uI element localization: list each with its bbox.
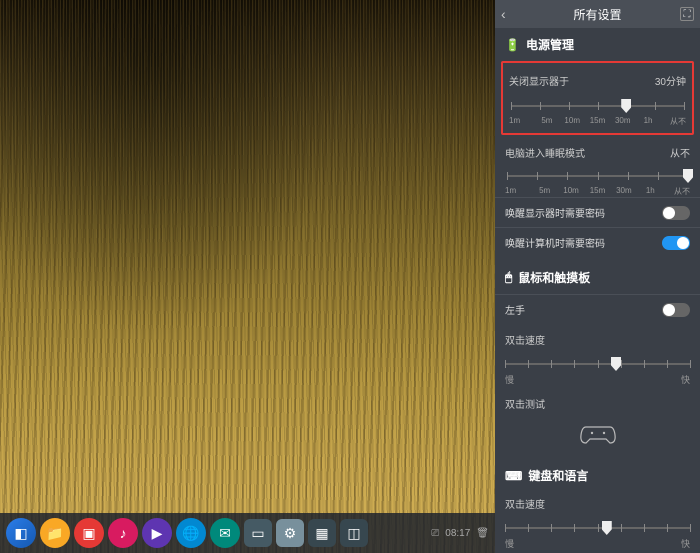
display-off-value: 30分钟 bbox=[655, 73, 686, 88]
expand-icon[interactable]: ⛶ bbox=[680, 7, 694, 21]
keyboard-icon: ⌨ bbox=[505, 469, 522, 483]
section-power: 🔋 电源管理 关闭显示器于 30分钟 1m 5m bbox=[495, 28, 700, 261]
display-off-slider[interactable]: 1m 5m 10m 15m 30m 1h 从不 bbox=[509, 92, 686, 129]
dock-store[interactable]: ▣ bbox=[74, 518, 104, 548]
dblclick-test-area[interactable] bbox=[495, 415, 700, 455]
display-off-ticks: 1m 5m 10m 15m 30m 1h 从不 bbox=[509, 116, 686, 127]
battery-icon: 🔋 bbox=[505, 38, 520, 52]
mouse-icon: 🖱 bbox=[505, 270, 512, 285]
sleep-ticks: 1m 5m 10m 15m 30m 1h 从不 bbox=[505, 186, 690, 197]
repeat-speed-thumb[interactable] bbox=[602, 521, 612, 535]
tray-time[interactable]: 08:17 bbox=[445, 528, 470, 539]
display-off-highlight: 关闭显示器于 30分钟 1m 5m 10m 15m 30m bbox=[501, 61, 694, 135]
wake-display-pwd-toggle[interactable] bbox=[662, 206, 690, 220]
sleep-label: 电脑进入睡眠模式 bbox=[505, 145, 585, 160]
dblclick-test-label: 双击测试 bbox=[505, 396, 545, 411]
section-keyboard: ⌨ 键盘和语言 双击速度 慢 快 bbox=[495, 459, 700, 553]
repeat-max: 快 bbox=[681, 537, 690, 550]
dock-browser[interactable]: 🌐 bbox=[176, 518, 206, 548]
wake-display-pwd-label: 唤醒显示器时需要密码 bbox=[505, 205, 605, 220]
dock-settings[interactable]: ⚙ bbox=[276, 519, 304, 547]
section-title-keyboard: ⌨ 键盘和语言 bbox=[495, 459, 700, 492]
wake-computer-pwd-label: 唤醒计算机时需要密码 bbox=[505, 235, 605, 250]
tray-icon[interactable]: ⎚ bbox=[431, 528, 439, 539]
dock-mail[interactable]: ✉ bbox=[210, 518, 240, 548]
sleep-value: 从不 bbox=[670, 145, 690, 160]
dock: ◧ 📁 ▣ ♪ ▶ 🌐 ✉ ▭ ⚙ ▦ ◫ ⎚ 08:17 🗑 bbox=[0, 513, 495, 553]
dock-music[interactable]: ♪ bbox=[108, 518, 138, 548]
wake-display-pwd-row[interactable]: 唤醒显示器时需要密码 bbox=[495, 197, 700, 227]
sleep-slider[interactable]: 1m 5m 10m 15m 30m 1h 从不 bbox=[495, 168, 700, 197]
repeat-speed-label: 双击速度 bbox=[505, 496, 545, 511]
power-title-text: 电源管理 bbox=[526, 36, 574, 53]
left-hand-toggle[interactable] bbox=[662, 303, 690, 317]
section-title-mouse: 🖱 鼠标和触摸板 bbox=[495, 261, 700, 294]
desktop-wallpaper bbox=[0, 0, 495, 553]
tray-trash-icon[interactable]: 🗑 bbox=[476, 528, 489, 539]
left-hand-row[interactable]: 左手 bbox=[495, 294, 700, 324]
display-off-label: 关闭显示器于 bbox=[509, 73, 569, 88]
dock-app2[interactable]: ◫ bbox=[340, 519, 368, 547]
section-mouse: 🖱 鼠标和触摸板 左手 双击速度 慢 快 双击测试 bbox=[495, 261, 700, 459]
controller-icon bbox=[578, 421, 618, 445]
display-off-thumb[interactable] bbox=[621, 99, 631, 113]
panel-header: ‹ 所有设置 ⛶ bbox=[495, 0, 700, 28]
dock-terminal[interactable]: ▭ bbox=[244, 519, 272, 547]
keyboard-title-text: 键盘和语言 bbox=[528, 467, 588, 484]
dblclick-speed-thumb[interactable] bbox=[611, 357, 621, 371]
repeat-speed-slider[interactable] bbox=[505, 521, 690, 535]
section-title-power: 🔋 电源管理 bbox=[495, 28, 700, 61]
repeat-min: 慢 bbox=[505, 537, 514, 550]
left-hand-label: 左手 bbox=[505, 302, 525, 317]
dblclick-max: 快 bbox=[681, 373, 690, 386]
dock-video[interactable]: ▶ bbox=[142, 518, 172, 548]
dock-app[interactable]: ▦ bbox=[308, 519, 336, 547]
back-icon[interactable]: ‹ bbox=[501, 6, 506, 22]
dblclick-speed-slider[interactable] bbox=[505, 357, 690, 371]
dblclick-min: 慢 bbox=[505, 373, 514, 386]
settings-panel: ‹ 所有设置 ⛶ 🔋 电源管理 关闭显示器于 30分钟 bbox=[495, 0, 700, 553]
dblclick-speed-label: 双击速度 bbox=[505, 332, 545, 347]
wake-computer-pwd-toggle[interactable] bbox=[662, 236, 690, 250]
sleep-thumb[interactable] bbox=[683, 169, 693, 183]
dock-files[interactable]: 📁 bbox=[40, 518, 70, 548]
dock-launcher[interactable]: ◧ bbox=[6, 518, 36, 548]
dock-tray: ⎚ 08:17 🗑 bbox=[431, 528, 489, 539]
panel-title: 所有设置 bbox=[573, 6, 621, 23]
wake-computer-pwd-row[interactable]: 唤醒计算机时需要密码 bbox=[495, 227, 700, 257]
mouse-title-text: 鼠标和触摸板 bbox=[518, 269, 590, 286]
